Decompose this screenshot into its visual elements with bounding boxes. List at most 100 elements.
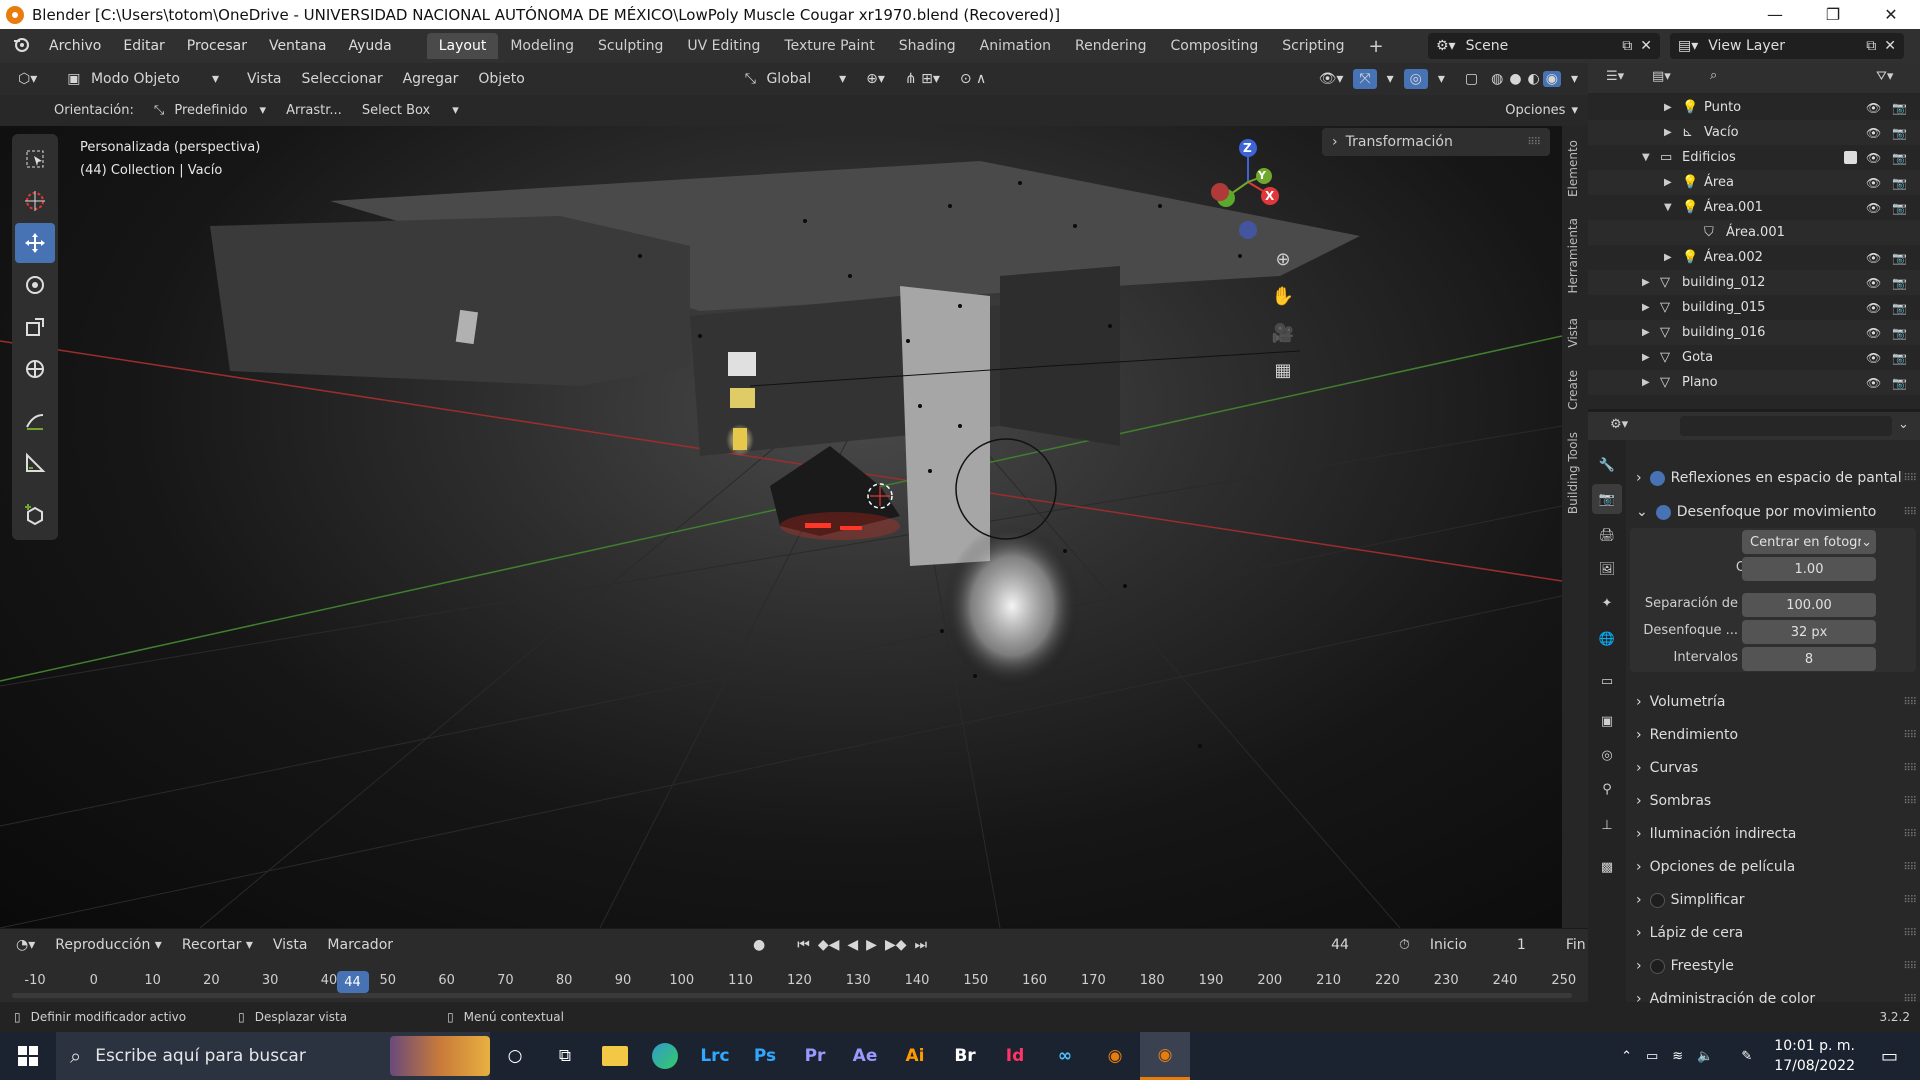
properties-editor-type-icon[interactable]: ⚙▾	[1610, 417, 1628, 432]
chevron-right-icon[interactable]: ▶	[1664, 102, 1672, 113]
menu-agregar[interactable]: Agregar	[393, 71, 469, 87]
editor-type-icon[interactable]: ⬡▾	[0, 71, 47, 87]
tab-sculpting[interactable]: Sculpting	[586, 33, 675, 59]
photoshop-icon[interactable]: Ps	[740, 1032, 790, 1080]
xray-icon[interactable]: ▢	[1455, 71, 1488, 87]
menu-ayuda[interactable]: Ayuda	[337, 38, 402, 54]
copy-view-layer-icon[interactable]: ⧉	[1866, 38, 1876, 54]
zoom-icon[interactable]: ⊕	[1268, 244, 1298, 274]
chevron-right-icon[interactable]: ▶	[1664, 127, 1672, 138]
rotate-tool-icon[interactable]	[15, 265, 55, 305]
section-checkbox[interactable]	[1649, 892, 1665, 908]
task-view-icon[interactable]: ⧉	[540, 1032, 590, 1080]
play-icon[interactable]: ▶	[862, 937, 881, 953]
render-camera-icon[interactable]: 📷	[1892, 376, 1907, 390]
rendered-shading-icon[interactable]: ◉	[1542, 71, 1561, 87]
menu-seleccionar[interactable]: Seleccionar	[292, 71, 393, 87]
wifi-icon[interactable]: ≋	[1672, 1049, 1683, 1064]
drag-handle-icon[interactable]: ⠿⠿	[1903, 796, 1917, 807]
illustrator-icon[interactable]: Ai	[890, 1032, 940, 1080]
chevron-right-icon[interactable]: ▶	[1642, 302, 1650, 313]
drag-handle-icon[interactable]: ⠿⠿	[1527, 137, 1541, 148]
ssr-checkbox[interactable]	[1649, 470, 1665, 486]
select-box-tool-icon[interactable]	[15, 139, 55, 179]
playhead-indicator[interactable]: 44	[336, 971, 369, 993]
render-camera-icon[interactable]: 📷	[1892, 251, 1907, 265]
properties-section[interactable]: › Simplificar ⠿⠿	[1630, 884, 1917, 916]
menu-vista[interactable]: Vista	[237, 71, 292, 87]
drag-handle-icon[interactable]: ⠿⠿	[1903, 507, 1917, 518]
properties-section[interactable]: › Sombras ⠿⠿	[1630, 785, 1917, 817]
bridge-icon[interactable]: Br	[940, 1032, 990, 1080]
jump-start-icon[interactable]: ⏮	[793, 937, 814, 953]
infinity-app-icon[interactable]: ∞	[1040, 1032, 1090, 1080]
tab-uv-editing[interactable]: UV Editing	[675, 33, 772, 59]
eye-icon[interactable]: 👁	[1866, 151, 1881, 165]
add-cube-tool-icon[interactable]	[15, 495, 55, 535]
eye-icon[interactable]: 👁	[1866, 376, 1881, 390]
menu-editar[interactable]: Editar	[112, 38, 175, 54]
menu-archivo[interactable]: Archivo	[38, 38, 112, 54]
tab-compositing[interactable]: Compositing	[1159, 33, 1271, 59]
outliner-search-icon[interactable]: ⌕	[1710, 68, 1717, 83]
properties-section[interactable]: › Iluminación indirecta ⠿⠿	[1630, 818, 1917, 850]
separation-field[interactable]: 100.00	[1742, 593, 1876, 617]
battery-icon[interactable]: ▭	[1646, 1049, 1658, 1064]
properties-section[interactable]: › Rendimiento ⠿⠿	[1630, 719, 1917, 751]
timeline-scrollbar[interactable]	[12, 993, 1572, 998]
overlays-dropdown-icon[interactable]: ▾	[1428, 71, 1455, 87]
lightroom-classic-icon[interactable]: Lrc	[690, 1032, 740, 1080]
volume-icon[interactable]: 🔈	[1697, 1049, 1713, 1064]
tab-modeling[interactable]: Modeling	[498, 33, 586, 59]
copy-scene-icon[interactable]: ⧉	[1622, 38, 1632, 54]
windows-start-icon[interactable]	[0, 1045, 56, 1067]
snap-icon[interactable]: ⋔ ⊞▾	[895, 71, 950, 87]
tab-scripting[interactable]: Scripting	[1270, 33, 1356, 59]
properties-section[interactable]: › Volumetría ⠿⠿	[1630, 686, 1917, 718]
render-camera-icon[interactable]: 📷	[1892, 326, 1907, 340]
chevron-right-icon[interactable]: ▶	[1642, 377, 1650, 388]
eye-icon[interactable]: 👁	[1866, 101, 1881, 115]
camera-view-icon[interactable]: 🎥	[1268, 318, 1298, 348]
eye-icon[interactable]: 👁	[1866, 176, 1881, 190]
drag-handle-icon[interactable]: ⠿⠿	[1903, 829, 1917, 840]
current-frame-field[interactable]: 44	[1321, 937, 1359, 953]
stopwatch-icon[interactable]: ⏱	[1389, 937, 1420, 953]
tab-texture-paint[interactable]: Texture Paint	[772, 33, 886, 59]
taskbar-search-box[interactable]: ⌕ Escribe aquí para buscar	[56, 1032, 490, 1080]
after-effects-icon[interactable]: Ae	[840, 1032, 890, 1080]
chevron-down-icon[interactable]: ▼	[1642, 152, 1650, 163]
pan-hand-icon[interactable]: ✋	[1268, 281, 1298, 311]
clock[interactable]: 10:01 p. m. 17/08/2022	[1774, 1036, 1855, 1076]
object-tab-icon[interactable]: ▣	[1592, 706, 1622, 736]
cursor-tool-icon[interactable]	[15, 181, 55, 221]
outliner-row[interactable]: ▶ ▽ building_012 👁 📷	[1588, 270, 1920, 295]
render-camera-icon[interactable]: 📷	[1892, 176, 1907, 190]
overlays-icon[interactable]: ◎	[1403, 69, 1428, 89]
tab-rendering[interactable]: Rendering	[1063, 33, 1159, 59]
menu-ventana[interactable]: Ventana	[258, 38, 338, 54]
chevron-right-icon[interactable]: ▶	[1664, 177, 1672, 188]
display-mode-icon[interactable]: ▤▾	[1652, 69, 1671, 84]
scene-selector[interactable]: ⚙▾ Scene ⧉ ✕	[1428, 33, 1660, 59]
auto-keying-icon[interactable]: ●	[743, 937, 775, 953]
outliner-row[interactable]: ▶ ⊾ Vacío 👁 📷	[1588, 120, 1920, 145]
drag-handle-icon[interactable]: ⠿⠿	[1903, 697, 1917, 708]
measure-tool-icon[interactable]	[15, 443, 55, 483]
scale-tool-icon[interactable]	[15, 307, 55, 347]
constraints-tab-icon[interactable]: ⚲	[1592, 774, 1622, 804]
pivot-point-icon[interactable]: ⊕▾	[856, 71, 895, 87]
transform-orientation-dropdown[interactable]: ⤡ Global ▾	[735, 71, 856, 87]
outliner-row[interactable]: ▶ ▽ building_015 👁 📷	[1588, 295, 1920, 320]
render-tab-icon[interactable]: 📷	[1592, 484, 1622, 514]
tool-tab-icon[interactable]: 🔧	[1592, 450, 1622, 480]
eye-icon[interactable]: 👁	[1866, 251, 1881, 265]
jump-end-icon[interactable]: ⏭	[911, 937, 932, 953]
section-checkbox[interactable]	[1649, 958, 1665, 974]
menu-marcador[interactable]: Marcador	[317, 937, 403, 953]
premiere-icon[interactable]: Pr	[790, 1032, 840, 1080]
add-workspace-button[interactable]: +	[1357, 31, 1396, 62]
tab-animation[interactable]: Animation	[968, 33, 1063, 59]
wireframe-shading-icon[interactable]: ◍	[1488, 71, 1506, 87]
solid-shading-icon[interactable]: ●	[1506, 71, 1524, 87]
